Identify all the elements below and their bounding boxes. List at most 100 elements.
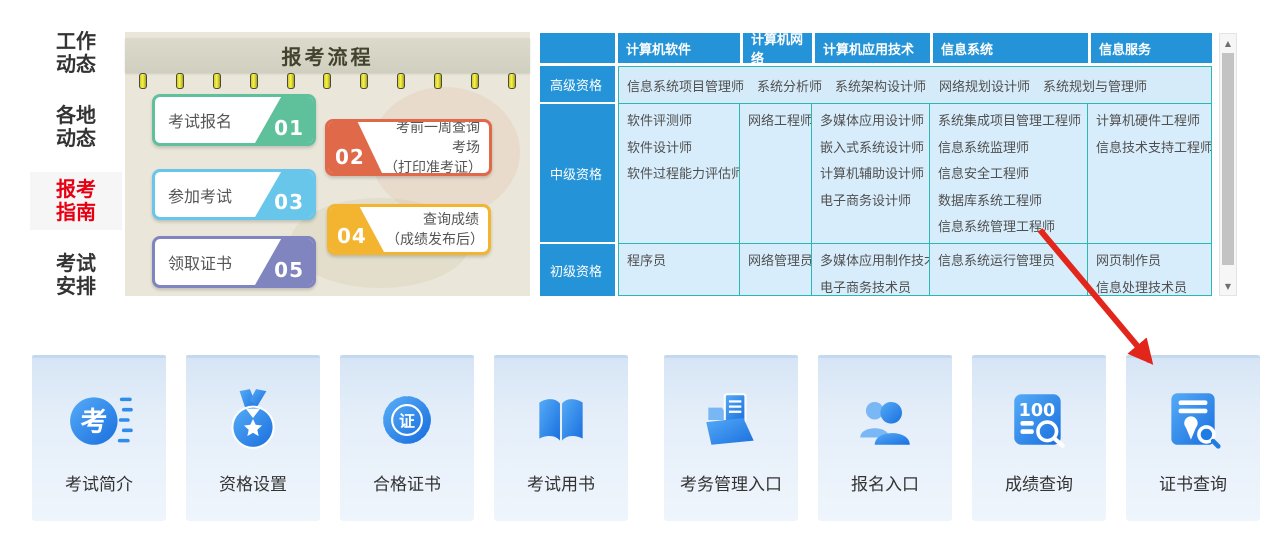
scroll-up-button[interactable]: ▲: [1220, 35, 1236, 51]
certificate-search-icon: [1160, 384, 1226, 456]
qualification-name: 信息技术支持工程师: [1096, 136, 1207, 163]
binder-pin-icon: [360, 73, 368, 89]
svg-text:证: 证: [399, 411, 415, 430]
card-label-registration-entry: 报名入口: [851, 470, 919, 495]
medal-icon: [220, 384, 286, 456]
binder-pins: [139, 73, 516, 89]
qualification-name: 电子商务技术员: [820, 276, 925, 297]
binder-pin-icon: [250, 73, 258, 89]
table-corner-cell: [540, 33, 615, 63]
folder-doc-icon: [697, 384, 765, 456]
step-number: 01: [274, 116, 304, 140]
flow-panel-title: 报考流程: [125, 38, 530, 73]
flow-step-05: 领取证书 05: [152, 236, 316, 288]
step-label: 考前一周查询考场 （打印准考证）: [384, 122, 480, 173]
binder-pin-icon: [397, 73, 405, 89]
svg-text:100: 100: [1019, 401, 1056, 421]
card-qualification-setting[interactable]: 资格设置: [186, 355, 320, 521]
qualification-name: 软件过程能力评估师: [627, 162, 735, 189]
sidebar-item-apply-guide[interactable]: 报考 指南: [30, 172, 122, 230]
exam-icon: 考: [64, 384, 134, 456]
qualification-name: 数据库系统工程师: [938, 189, 1083, 216]
card-exam-books[interactable]: 考试用书: [494, 355, 628, 521]
table-header-col-3: 信息系统: [930, 33, 1088, 63]
binder-pin-icon: [434, 73, 442, 89]
qualification-cell: 网络工程师: [740, 104, 812, 244]
qualification-name: 多媒体应用设计师: [820, 109, 925, 136]
flow-step-04: 查询成绩 （成绩发布后）04: [327, 204, 491, 255]
row-label-intermediate: 中级资格: [540, 104, 615, 244]
qualification-name: 软件评测师: [627, 109, 735, 136]
binder-pin-icon: [139, 73, 147, 89]
binder-pin-icon: [323, 73, 331, 89]
row-label-junior: 初级资格: [540, 244, 615, 296]
step-number: 04: [337, 224, 367, 248]
card-label-exam-intro: 考试简介: [65, 470, 133, 495]
sidebar-item-local-news[interactable]: 各地 动态: [30, 98, 122, 156]
card-registration-entry[interactable]: 报名入口: [818, 355, 952, 521]
binder-pin-icon: [471, 73, 479, 89]
qualification-name: 网络工程师: [748, 109, 807, 136]
qualification-name: 嵌入式系统设计师: [820, 136, 925, 163]
qualification-name: 信息系统管理工程师: [938, 215, 1083, 242]
book-icon: [528, 384, 594, 456]
qualification-name: 网络管理员: [748, 249, 807, 276]
qualification-name: 程序员: [627, 249, 735, 276]
card-label-certificate-query: 证书查询: [1159, 470, 1227, 495]
scroll-down-button[interactable]: ▼: [1220, 278, 1236, 294]
score-search-icon: 100: [1006, 384, 1072, 456]
binder-pin-icon: [176, 73, 184, 89]
table-header-col-1: 计算机网络: [740, 33, 812, 63]
sidebar: 工作 动态各地 动态报考 指南考试 安排: [30, 24, 122, 304]
table-header-col-4: 信息服务: [1088, 33, 1212, 63]
qualification-cell-senior: 信息系统项目管理师 系统分析师 系统架构设计师 网络规划设计师 系统规划与管理师: [618, 66, 1212, 104]
card-exam-intro[interactable]: 考考试简介: [32, 355, 166, 521]
qualification-cell: 软件评测师软件设计师软件过程能力评估师: [618, 104, 740, 244]
qualification-name: 软件设计师: [627, 136, 735, 163]
qualification-name: 信息系统运行管理员: [938, 249, 1083, 276]
softexam-portal-page: 工作 动态各地 动态报考 指南考试 安排 报考流程 考试报名 01 考前一周查询考场…: [0, 0, 1269, 542]
card-certificate-query[interactable]: 证书查询: [1126, 355, 1260, 521]
table-header-col-2: 计算机应用技术: [812, 33, 930, 63]
quick-entry-cards: 考考试简介资格设置证合格证书考试用书考务管理入口报名入口100成绩查询证书查询: [32, 355, 1260, 521]
flow-title-text: 报考流程: [282, 41, 374, 70]
svg-text:考: 考: [80, 406, 107, 437]
step-label: 参加考试: [168, 172, 253, 217]
card-label-qualification-setting: 资格设置: [219, 470, 287, 495]
step-label: 考试报名: [168, 97, 253, 143]
binder-pin-icon: [508, 73, 516, 89]
qualification-cell: 网页制作员信息处理技术员: [1088, 244, 1212, 296]
step-number: 02: [335, 145, 365, 169]
qualification-name: 计算机硬件工程师: [1096, 109, 1207, 136]
qualification-name: 网页制作员: [1096, 249, 1207, 276]
scroll-thumb[interactable]: [1222, 53, 1234, 265]
card-label-score-query: 成绩查询: [1005, 470, 1073, 495]
card-label-exam-admin-entry: 考务管理入口: [680, 470, 782, 495]
card-score-query[interactable]: 100 成绩查询: [972, 355, 1106, 521]
binder-pin-icon: [213, 73, 221, 89]
exam-process-panel: 报考流程 考试报名 01 考前一周查询考场 （打印准考证） 02 参加考试 03 查询成绩 …: [125, 32, 530, 296]
flow-step-02: 考前一周查询考场 （打印准考证） 02: [325, 119, 492, 176]
seal-icon: 证: [373, 384, 441, 456]
step-number: 03: [274, 190, 304, 214]
sidebar-item-exam-schedule[interactable]: 考试 安排: [30, 246, 122, 304]
step-label: 领取证书: [168, 239, 253, 285]
qualification-cell: 网络管理员: [740, 244, 812, 296]
table-scrollbar[interactable]: ▲ ▼: [1219, 33, 1237, 296]
qualification-name: 系统集成项目管理工程师: [938, 109, 1083, 136]
sidebar-item-work-news[interactable]: 工作 动态: [30, 24, 122, 82]
qualification-name: 信息处理技术员: [1096, 276, 1207, 297]
qualification-cell: 信息系统运行管理员: [930, 244, 1088, 296]
qualification-name: 多媒体应用制作技术员: [820, 249, 925, 276]
qualification-cell: 计算机硬件工程师信息技术支持工程师: [1088, 104, 1212, 244]
card-exam-admin-entry[interactable]: 考务管理入口: [664, 355, 798, 521]
qualification-name: 电子商务设计师: [820, 189, 925, 216]
step-number: 05: [274, 258, 304, 282]
users-icon: [852, 384, 918, 456]
flow-step-01: 考试报名 01: [152, 94, 316, 146]
card-label-pass-certificate: 合格证书: [373, 470, 441, 495]
qualification-cell: 程序员: [618, 244, 740, 296]
qualification-name: 信息系统监理师: [938, 136, 1083, 163]
qualification-name: 计算机辅助设计师: [820, 162, 925, 189]
card-pass-certificate[interactable]: 证合格证书: [340, 355, 474, 521]
